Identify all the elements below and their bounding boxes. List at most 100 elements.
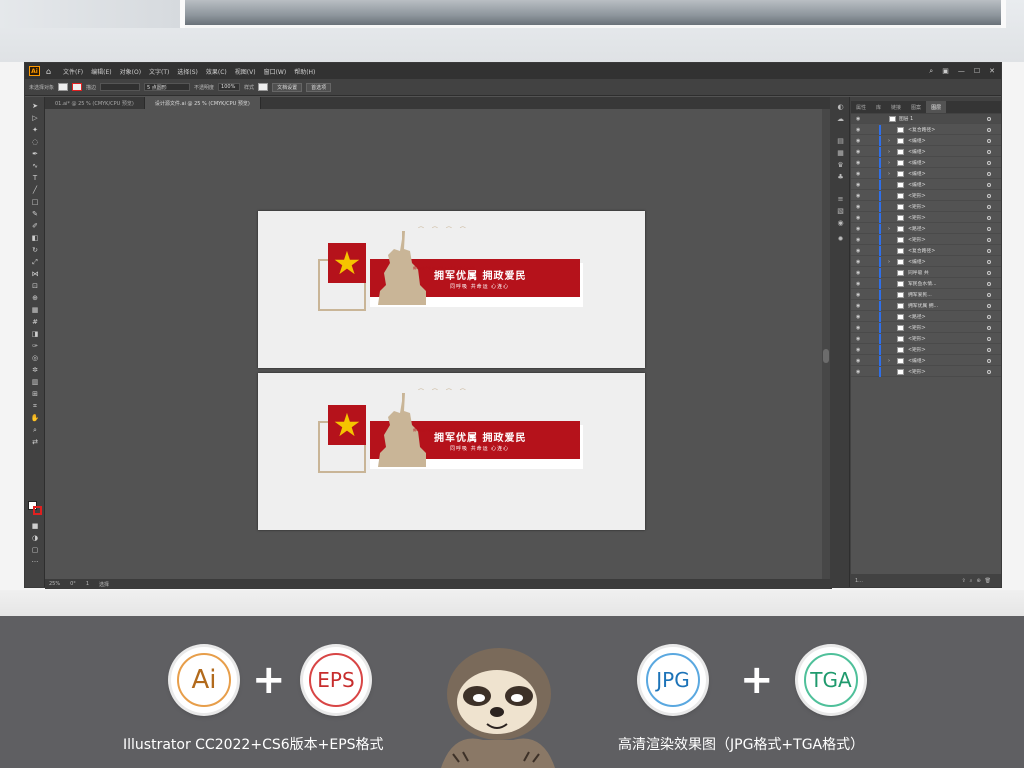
eye-icon[interactable]: ◉ [856, 127, 862, 133]
layer-row[interactable]: ◉ › <编组> [851, 147, 1001, 157]
lasso-tool-icon[interactable]: ◌ [29, 137, 41, 147]
eye-icon[interactable]: ◉ [856, 138, 862, 144]
shape-builder-tool-icon[interactable]: ⊕ [29, 293, 41, 303]
target-icon[interactable] [987, 248, 991, 253]
stroke-swatch[interactable] [72, 83, 83, 91]
slice-tool-icon[interactable]: ⌗ [29, 401, 41, 411]
menu-window[interactable]: 窗口(W) [264, 67, 287, 76]
menu-type[interactable]: 文字(T) [149, 67, 169, 76]
hand-tool-icon[interactable]: ✋ [29, 413, 41, 423]
zoom-level[interactable]: 25% [49, 581, 60, 587]
eye-icon[interactable]: ◉ [856, 303, 862, 309]
swap-colors-icon[interactable]: ⇄ [29, 437, 41, 447]
target-icon[interactable] [987, 215, 991, 220]
chevron-right-icon[interactable]: › [888, 160, 890, 166]
rotation-angle[interactable]: 0° [70, 581, 76, 587]
target-icon[interactable] [987, 369, 991, 374]
layer-row[interactable]: ◉ 同呼吸 共 [851, 268, 1001, 278]
menu-view[interactable]: 视图(V) [235, 67, 256, 76]
maximize-icon[interactable]: ☐ [974, 67, 980, 76]
eye-icon[interactable]: ◉ [856, 347, 862, 353]
scrollbar-thumb[interactable] [823, 349, 829, 363]
tab-properties[interactable]: 属性 [851, 101, 871, 113]
layer-row[interactable]: ◉ 拥军爱民... [851, 290, 1001, 300]
eye-icon[interactable]: ◉ [856, 171, 862, 177]
eye-icon[interactable]: ◉ [856, 358, 862, 364]
free-transform-tool-icon[interactable]: ⊡ [29, 281, 41, 291]
menu-select[interactable]: 选择(S) [177, 67, 198, 76]
eye-icon[interactable]: ◉ [856, 259, 862, 265]
artboard-number[interactable]: 1 [86, 581, 89, 587]
layer-row[interactable]: ◉ <复合路径> [851, 125, 1001, 135]
workspace-icon[interactable]: ▣ [942, 67, 949, 76]
stroke-weight-field[interactable] [100, 83, 141, 91]
selection-tool-icon[interactable]: ➤ [29, 101, 41, 111]
eye-icon[interactable]: ◉ [856, 226, 862, 232]
minimize-icon[interactable]: — [958, 67, 965, 76]
properties-icon[interactable]: ◐ [836, 103, 845, 111]
tab-document-2[interactable]: 设计源文件.ai @ 25 % (CMYK/CPU 预览) [144, 97, 261, 109]
chevron-right-icon[interactable]: › [888, 149, 890, 155]
chevron-right-icon[interactable]: › [888, 226, 890, 232]
transparency-icon[interactable]: ◉ [836, 219, 845, 227]
artboard-1[interactable]: ★ ⌒ ⌒ ⌒ ⌒ 拥军优属光荣 拥军爱民人人有责 军民鱼水情深 拥军优属 拥政… [258, 211, 645, 368]
eye-icon[interactable]: ◉ [856, 325, 862, 331]
home-icon[interactable]: ⌂ [46, 67, 55, 76]
target-icon[interactable] [987, 149, 991, 154]
target-icon[interactable] [987, 193, 991, 198]
chevron-right-icon[interactable]: › [888, 171, 890, 177]
line-tool-icon[interactable]: ╱ [29, 185, 41, 195]
canvas-vertical-scrollbar[interactable] [822, 109, 830, 579]
target-icon[interactable] [987, 281, 991, 286]
style-swatch[interactable] [258, 83, 269, 91]
eye-icon[interactable]: ◉ [856, 270, 862, 276]
target-icon[interactable] [987, 127, 991, 132]
pen-tool-icon[interactable]: ✒ [29, 149, 41, 159]
layer-group-row[interactable]: ◉ ⌄ 图层 1 [851, 114, 1001, 124]
layer-row[interactable]: ◉ <矩形> [851, 334, 1001, 344]
eye-icon[interactable]: ◉ [856, 292, 862, 298]
artboard-2[interactable]: ★ ⌒ ⌒ ⌒ ⌒ 拥军优属光荣 拥军爱民人人有责 军民鱼水情深 拥军优属 拥政… [258, 373, 645, 530]
type-tool-icon[interactable]: T [29, 173, 41, 183]
draw-mode-icon[interactable]: ◑ [29, 533, 41, 543]
swatches-icon[interactable]: ▦ [836, 149, 845, 157]
gradient-tool-icon[interactable]: ◨ [29, 329, 41, 339]
zoom-tool-icon[interactable]: ⌕ [29, 425, 41, 435]
layer-row[interactable]: ◉ <矩形> [851, 235, 1001, 245]
target-icon[interactable] [987, 336, 991, 341]
menu-help[interactable]: 帮助(H) [294, 67, 315, 76]
eye-icon[interactable]: ◉ [856, 248, 862, 254]
search-icon[interactable]: ⌕ [929, 67, 933, 76]
opacity-field[interactable]: 100% [218, 83, 241, 91]
scale-tool-icon[interactable]: ⤢ [29, 257, 41, 267]
mesh-tool-icon[interactable]: # [29, 317, 41, 327]
appearance-icon[interactable]: ✹ [836, 235, 845, 243]
canvas[interactable]: ★ ⌒ ⌒ ⌒ ⌒ 拥军优属光荣 拥军爱民人人有责 军民鱼水情深 拥军优属 拥政… [45, 109, 832, 579]
eye-icon[interactable]: ◉ [856, 237, 862, 243]
tab-document-1[interactable]: 01.ai* @ 25 % (CMYK/CPU 预览) [45, 97, 145, 109]
target-icon[interactable] [987, 325, 991, 330]
target-icon[interactable] [987, 204, 991, 209]
magic-wand-tool-icon[interactable]: ✦ [29, 125, 41, 135]
target-icon[interactable] [987, 259, 991, 264]
target-icon[interactable] [987, 292, 991, 297]
doc-setup-button[interactable]: 文档设置 [272, 82, 303, 92]
tab-layers[interactable]: 图层 [926, 101, 947, 113]
brushes-icon[interactable]: ♛ [836, 161, 845, 169]
fill-swatch[interactable] [58, 83, 69, 91]
layer-row[interactable]: ◉ <矩形> [851, 213, 1001, 223]
target-icon[interactable] [987, 237, 991, 242]
layer-row[interactable]: ◉ 军民鱼水情... [851, 279, 1001, 289]
target-icon[interactable] [987, 160, 991, 165]
target-icon[interactable] [987, 182, 991, 187]
rectangle-tool-icon[interactable]: □ [29, 197, 41, 207]
blend-tool-icon[interactable]: ◎ [29, 353, 41, 363]
rotate-tool-icon[interactable]: ↻ [29, 245, 41, 255]
symbols-icon[interactable]: ♣ [836, 173, 845, 181]
layer-row[interactable]: ◉ <编组> [851, 180, 1001, 190]
eye-icon[interactable]: ◉ [856, 204, 862, 210]
layer-row[interactable]: ◉ › <路径> [851, 224, 1001, 234]
stroke-color-swatch[interactable] [33, 506, 42, 515]
layer-row[interactable]: ◉ <复合路径> [851, 246, 1001, 256]
eye-icon[interactable]: ◉ [856, 149, 862, 155]
